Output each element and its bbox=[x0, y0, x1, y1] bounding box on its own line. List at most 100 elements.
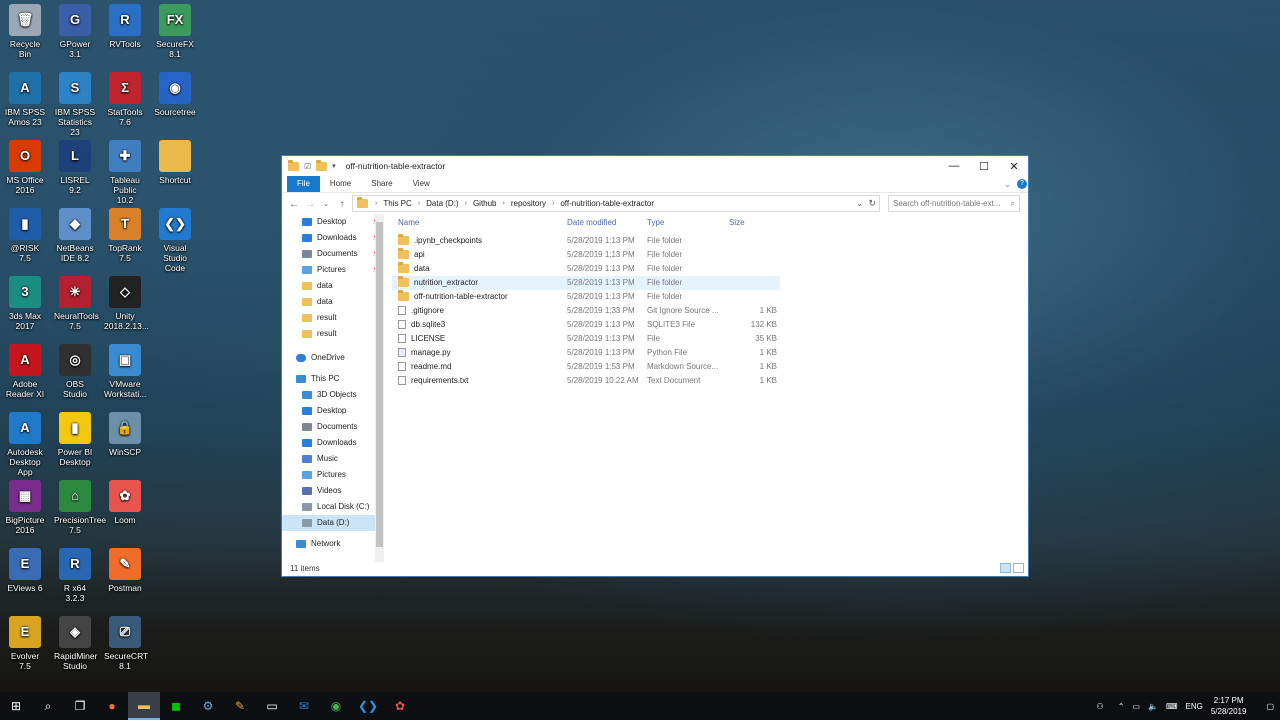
title-bar[interactable]: ☑ ▾ off-nutrition-table-extractor — ☐ ✕ bbox=[282, 156, 1028, 176]
nav-pc-item[interactable]: Documents bbox=[282, 419, 384, 435]
file-row[interactable]: off-nutrition-table-extractor 5/28/2019 1… bbox=[392, 290, 1022, 304]
firefox-icon[interactable]: ● bbox=[96, 692, 128, 720]
quick-access-dropdown-icon[interactable]: ▾ bbox=[332, 162, 336, 170]
nav-scrollbar[interactable] bbox=[375, 214, 384, 562]
breadcrumb-current-folder[interactable]: off-nutrition-table-extractor bbox=[560, 199, 654, 208]
file-row[interactable]: requirements.txt 5/28/2019 10:22 AM Text D… bbox=[392, 374, 1022, 388]
nav-pc-item[interactable]: Music bbox=[282, 451, 384, 467]
terminal-icon[interactable]: ▭ bbox=[256, 692, 288, 720]
network-tray-icon[interactable]: ▭ bbox=[1132, 702, 1140, 711]
search-input[interactable]: Search off-nutrition-table-ext... ⌕ bbox=[888, 195, 1020, 212]
desktop-icon[interactable]: R R x64 3.2.3 bbox=[54, 548, 96, 603]
desktop-icon[interactable]: ▣ VMware Workstati... bbox=[104, 344, 146, 399]
new-folder-icon[interactable] bbox=[316, 159, 328, 171]
refresh-icon[interactable]: ↻ bbox=[868, 198, 876, 209]
breadcrumb-this-pc[interactable]: This PC bbox=[383, 199, 411, 208]
nav-pc-item[interactable]: Data (D:) bbox=[282, 515, 384, 531]
desktop-icon[interactable]: ❮❯ Visual Studio Code bbox=[154, 208, 196, 273]
desktop-icon[interactable]: 3 3ds Max 2017 bbox=[4, 276, 46, 331]
remote-icon[interactable]: ⚙ bbox=[192, 692, 224, 720]
input-method-icon[interactable]: ⌨ bbox=[1166, 702, 1178, 711]
desktop-icon[interactable]: G GPower 3.1 bbox=[54, 4, 96, 59]
desktop-icon[interactable]: 🔒 WinSCP bbox=[104, 412, 146, 457]
desktop-icon[interactable]: E Evolver 7.5 bbox=[4, 616, 46, 671]
desktop-icon[interactable]: FX SecureFX 8.1 bbox=[154, 4, 196, 59]
desktop-icon[interactable]: Σ StatTools 7.6 bbox=[104, 72, 146, 127]
desktop-icon[interactable]: ⎚ SecureCRT 8.1 bbox=[104, 616, 148, 671]
desktop-icon[interactable]: ◆ NetBeans IDE 8.2 bbox=[54, 208, 96, 263]
large-icons-view-icon[interactable] bbox=[1013, 563, 1024, 573]
paint-icon[interactable]: ✎ bbox=[224, 692, 256, 720]
desktop-icon[interactable]: ▮ @RISK 7.5 bbox=[4, 208, 46, 263]
people-icon[interactable]: ⚇ bbox=[1097, 702, 1104, 711]
back-arrow-icon[interactable]: ← bbox=[286, 199, 302, 210]
desktop-icon[interactable]: ✚ Tableau Public 10.2 bbox=[104, 140, 146, 205]
desktop-icon[interactable]: O MS Office 2016 bbox=[4, 140, 46, 195]
desktop-icon[interactable]: ✳ NeuralTools 7.5 bbox=[54, 276, 99, 331]
file-row[interactable]: db.sqlite3 5/28/2019 1:13 PM SQLITE3 File 1… bbox=[392, 318, 1022, 332]
nav-pc-item[interactable]: Downloads bbox=[282, 435, 384, 451]
nav-quick-item[interactable]: data bbox=[282, 278, 384, 294]
notifications-icon[interactable]: ▢ bbox=[1266, 702, 1274, 711]
nav-quick-item[interactable]: Downloads📌 bbox=[282, 230, 384, 246]
desktop-icon[interactable]: A Autodesk Desktop App bbox=[4, 412, 46, 477]
nav-pc-item[interactable]: 3D Objects bbox=[282, 387, 384, 403]
nav-pc-item[interactable]: Desktop bbox=[282, 403, 384, 419]
file-row[interactable]: .ipynb_checkpoints 5/28/2019 1:13 PM File … bbox=[392, 234, 1022, 248]
column-type[interactable]: Type bbox=[647, 214, 727, 232]
maximize-button[interactable]: ☐ bbox=[969, 156, 999, 176]
nav-network[interactable]: Network bbox=[282, 536, 384, 552]
address-dropdown-icon[interactable]: ⌄ bbox=[856, 199, 863, 208]
nav-quick-item[interactable]: Desktop📌 bbox=[282, 214, 384, 230]
desktop-icon[interactable]: ✎ Postman bbox=[104, 548, 146, 593]
tab-home[interactable]: Home bbox=[320, 176, 361, 192]
task-view-icon[interactable]: ❐ bbox=[64, 692, 96, 720]
loom-icon[interactable]: ✿ bbox=[384, 692, 416, 720]
language-indicator[interactable]: ENG bbox=[1186, 702, 1203, 711]
nav-pc-item[interactable]: Videos bbox=[282, 483, 384, 499]
outlook-icon[interactable]: ✉ bbox=[288, 692, 320, 720]
file-row[interactable]: readme.md 5/28/2019 1:53 PM Markdown Sourc… bbox=[392, 360, 1022, 374]
nav-pc-item[interactable]: Local Disk (C:) bbox=[282, 499, 384, 515]
nav-quick-item[interactable]: data bbox=[282, 294, 384, 310]
tab-share[interactable]: Share bbox=[361, 176, 402, 192]
tab-file[interactable]: File bbox=[287, 176, 320, 192]
file-row[interactable]: LICENSE 5/28/2019 1:13 PM File 35 KB bbox=[392, 332, 1022, 346]
show-hidden-icons-icon[interactable]: ⌃ bbox=[1118, 702, 1125, 711]
line-icon[interactable]: ◼ bbox=[160, 692, 192, 720]
start-icon[interactable]: ⊞ bbox=[0, 692, 32, 720]
desktop-icon[interactable]: 🗑 Recycle Bin bbox=[4, 4, 46, 59]
desktop-icon[interactable]: A IBM SPSS Amos 23 bbox=[4, 72, 46, 127]
nav-onedrive[interactable]: OneDrive bbox=[282, 350, 384, 366]
desktop-icon[interactable]: Shortcut bbox=[154, 140, 196, 185]
vscode-icon[interactable]: ❮❯ bbox=[352, 692, 384, 720]
scroll-thumb[interactable] bbox=[376, 222, 383, 547]
forward-arrow-icon[interactable]: → bbox=[302, 199, 318, 210]
tab-view[interactable]: View bbox=[403, 176, 440, 192]
desktop-icon[interactable]: ◇ Unity 2018.2.13... bbox=[104, 276, 149, 331]
ribbon-expand-icon[interactable]: ⌄ bbox=[1004, 180, 1011, 189]
file-row[interactable]: data 5/28/2019 1:13 PM File folder bbox=[392, 262, 1022, 276]
details-view-icon[interactable] bbox=[1000, 563, 1011, 573]
desktop-icon[interactable]: ✿ Loom bbox=[104, 480, 146, 525]
file-row[interactable]: api 5/28/2019 1:13 PM File folder bbox=[392, 248, 1022, 262]
nav-this-pc[interactable]: This PC bbox=[282, 371, 384, 387]
clock[interactable]: 2:17 PM 5/28/2019 bbox=[1211, 695, 1247, 717]
desktop-icon[interactable]: ⌂ PrecisionTree 7.5 bbox=[54, 480, 106, 535]
recent-locations-icon[interactable]: ⌄ bbox=[318, 200, 334, 208]
column-date-modified[interactable]: Date modified bbox=[567, 214, 647, 232]
nav-quick-item[interactable]: result bbox=[282, 326, 384, 342]
breadcrumb-data-d[interactable]: Data (D:) bbox=[426, 199, 458, 208]
column-size[interactable]: Size bbox=[727, 214, 779, 232]
desktop-icon[interactable]: R RVTools bbox=[104, 4, 146, 49]
search-icon[interactable]: ⌕ bbox=[32, 692, 64, 720]
file-row[interactable]: manage.py 5/28/2019 1:13 PM Python File 1 K… bbox=[392, 346, 1022, 360]
properties-icon[interactable]: ☑ bbox=[304, 162, 311, 171]
desktop-icon[interactable]: ▮ Power BI Desktop bbox=[54, 412, 96, 467]
breadcrumb-github[interactable]: Github bbox=[473, 199, 497, 208]
desktop-icon[interactable]: ◎ OBS Studio bbox=[54, 344, 96, 399]
desktop-icon[interactable]: ◈ RapidMiner Studio bbox=[54, 616, 97, 671]
file-row[interactable]: nutrition_extractor 5/28/2019 1:13 PM File… bbox=[392, 276, 780, 290]
nav-pc-item[interactable]: Pictures bbox=[282, 467, 384, 483]
desktop-icon[interactable]: ▦ BigPicture 2016 bbox=[4, 480, 46, 535]
